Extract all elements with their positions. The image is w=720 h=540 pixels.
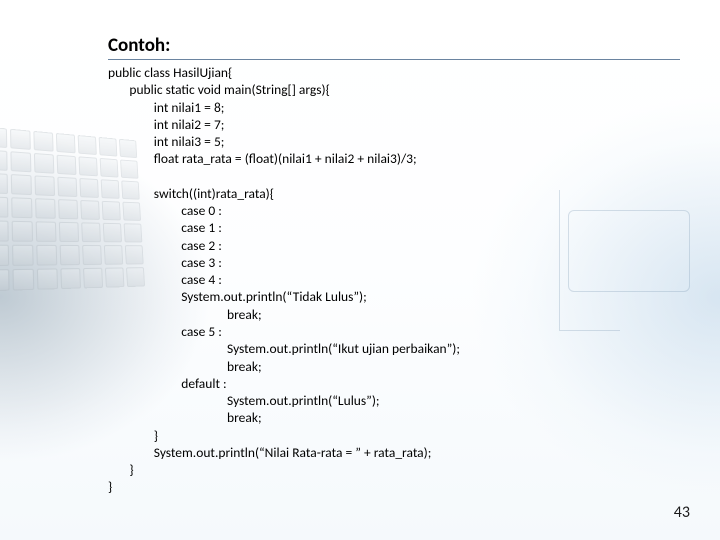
slide-content: Contoh: public class HasilUjian{ public … [0, 0, 720, 496]
code-block: public class HasilUjian{ public static v… [108, 64, 680, 496]
page-number: 43 [674, 503, 690, 522]
slide-title: Contoh: [108, 34, 680, 60]
